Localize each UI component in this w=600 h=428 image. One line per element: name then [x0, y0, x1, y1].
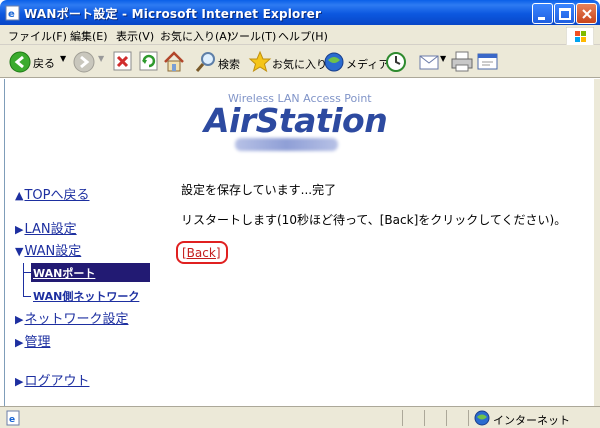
back-dropdown-icon[interactable]: ▼	[60, 54, 66, 63]
subnav-tree-branch	[23, 296, 31, 297]
triangle-right-icon: ▶	[15, 223, 24, 236]
triangle-down-icon: ▼	[15, 245, 24, 258]
mail-dropdown-icon[interactable]: ▼	[440, 54, 446, 63]
nav-top-label: TOPへ戻る	[24, 188, 90, 203]
triangle-right-icon: ▶	[15, 313, 24, 326]
page-status-icon: e	[6, 410, 20, 426]
forward-arrow-icon[interactable]	[72, 50, 96, 74]
refresh-icon[interactable]	[138, 50, 160, 74]
status-divider	[468, 410, 469, 426]
menu-help[interactable]: ヘルプ(H)	[278, 28, 328, 44]
logo-model-blurred	[235, 138, 338, 151]
status-bar: e インターネット	[0, 406, 600, 428]
maximize-icon	[559, 8, 571, 20]
search-icon[interactable]	[194, 50, 218, 74]
status-divider	[402, 410, 403, 426]
windows-logo-icon	[566, 27, 594, 47]
nav-network-link[interactable]: ▶ネットワーク設定	[15, 308, 128, 327]
forward-dropdown-icon[interactable]: ▼	[98, 54, 104, 63]
airstation-logo: AirStation	[204, 101, 388, 140]
favorites-label[interactable]: お気に入り	[272, 56, 327, 72]
print-icon[interactable]	[450, 50, 474, 74]
internet-globe-icon	[474, 410, 490, 426]
back-link-button[interactable]: [Back]	[176, 241, 228, 264]
nav-wan-link[interactable]: ▼WAN設定	[15, 240, 81, 259]
window-title: WANポート設定 - Microsoft Internet Explorer	[24, 7, 322, 21]
mail-icon[interactable]	[418, 50, 442, 74]
menu-tools[interactable]: ツール(T)	[228, 28, 276, 44]
menu-file[interactable]: ファイル(F)	[8, 28, 67, 44]
back-link-label: [Back]	[182, 246, 221, 260]
close-button[interactable]	[576, 3, 597, 24]
nav-lan-label: LAN設定	[24, 222, 77, 237]
subnav-tree-line	[23, 263, 24, 297]
history-icon[interactable]	[384, 50, 408, 74]
media-icon[interactable]	[322, 50, 346, 74]
nav-network-label: ネットワーク設定	[24, 312, 129, 327]
triangle-right-icon: ▶	[15, 375, 24, 388]
home-icon[interactable]	[162, 50, 186, 74]
triangle-right-icon: ▶	[15, 336, 24, 349]
nav-wan-label: WAN設定	[24, 244, 82, 259]
nav-admin-link[interactable]: ▶管理	[15, 331, 50, 350]
minimize-icon	[538, 17, 545, 20]
ie-page-icon: e	[5, 5, 20, 21]
edit-page-icon[interactable]	[476, 50, 500, 74]
search-label[interactable]: 検索	[218, 56, 240, 72]
nav-wan-port-link[interactable]: WANポート	[31, 263, 150, 282]
menu-edit[interactable]: 編集(E)	[70, 28, 108, 44]
nav-top-link[interactable]: ▲TOPへ戻る	[15, 184, 89, 203]
menu-view[interactable]: 表示(V)	[116, 28, 154, 44]
nav-wan-port-label: WANポート	[33, 267, 96, 280]
svg-text:e: e	[9, 415, 15, 425]
stop-icon[interactable]	[112, 50, 134, 74]
media-label[interactable]: メディア	[346, 56, 389, 72]
saving-message: 設定を保存しています...完了	[181, 183, 337, 197]
security-zone-label: インターネット	[493, 414, 570, 427]
restart-message: リスタートします(10秒ほど待って、[Back]をクリックしてください)。	[181, 213, 567, 227]
triangle-up-icon: ▲	[15, 189, 24, 202]
nav-wan-network-link[interactable]: WAN側ネットワーク	[33, 288, 139, 304]
content-right-edge	[594, 79, 600, 406]
window-title-bar[interactable]: e WANポート設定 - Microsoft Internet Explorer	[0, 0, 600, 25]
favorites-star-icon[interactable]	[248, 50, 272, 74]
minimize-button[interactable]	[532, 3, 553, 24]
status-divider	[424, 410, 425, 426]
menu-bar: ファイル(F) 編集(E) 表示(V) お気に入り(A) ツール(T) ヘルプ(…	[0, 25, 600, 45]
nav-logout-label: ログアウト	[24, 374, 90, 389]
subnav-tree-branch	[23, 272, 31, 273]
nav-lan-link[interactable]: ▶LAN設定	[15, 218, 77, 237]
close-icon	[582, 9, 592, 19]
nav-admin-label: 管理	[24, 335, 51, 350]
maximize-button[interactable]	[554, 3, 575, 24]
status-divider	[446, 410, 447, 426]
menu-favorites[interactable]: お気に入り(A)	[160, 28, 231, 44]
back-arrow-icon[interactable]	[8, 50, 32, 74]
nav-logout-link[interactable]: ▶ログアウト	[15, 370, 89, 389]
svg-text:e: e	[8, 9, 15, 20]
toolbar: 戻る ▼ ▼ 検索 お気に入り メディア ▼	[0, 45, 600, 78]
back-label[interactable]: 戻る	[33, 55, 55, 71]
